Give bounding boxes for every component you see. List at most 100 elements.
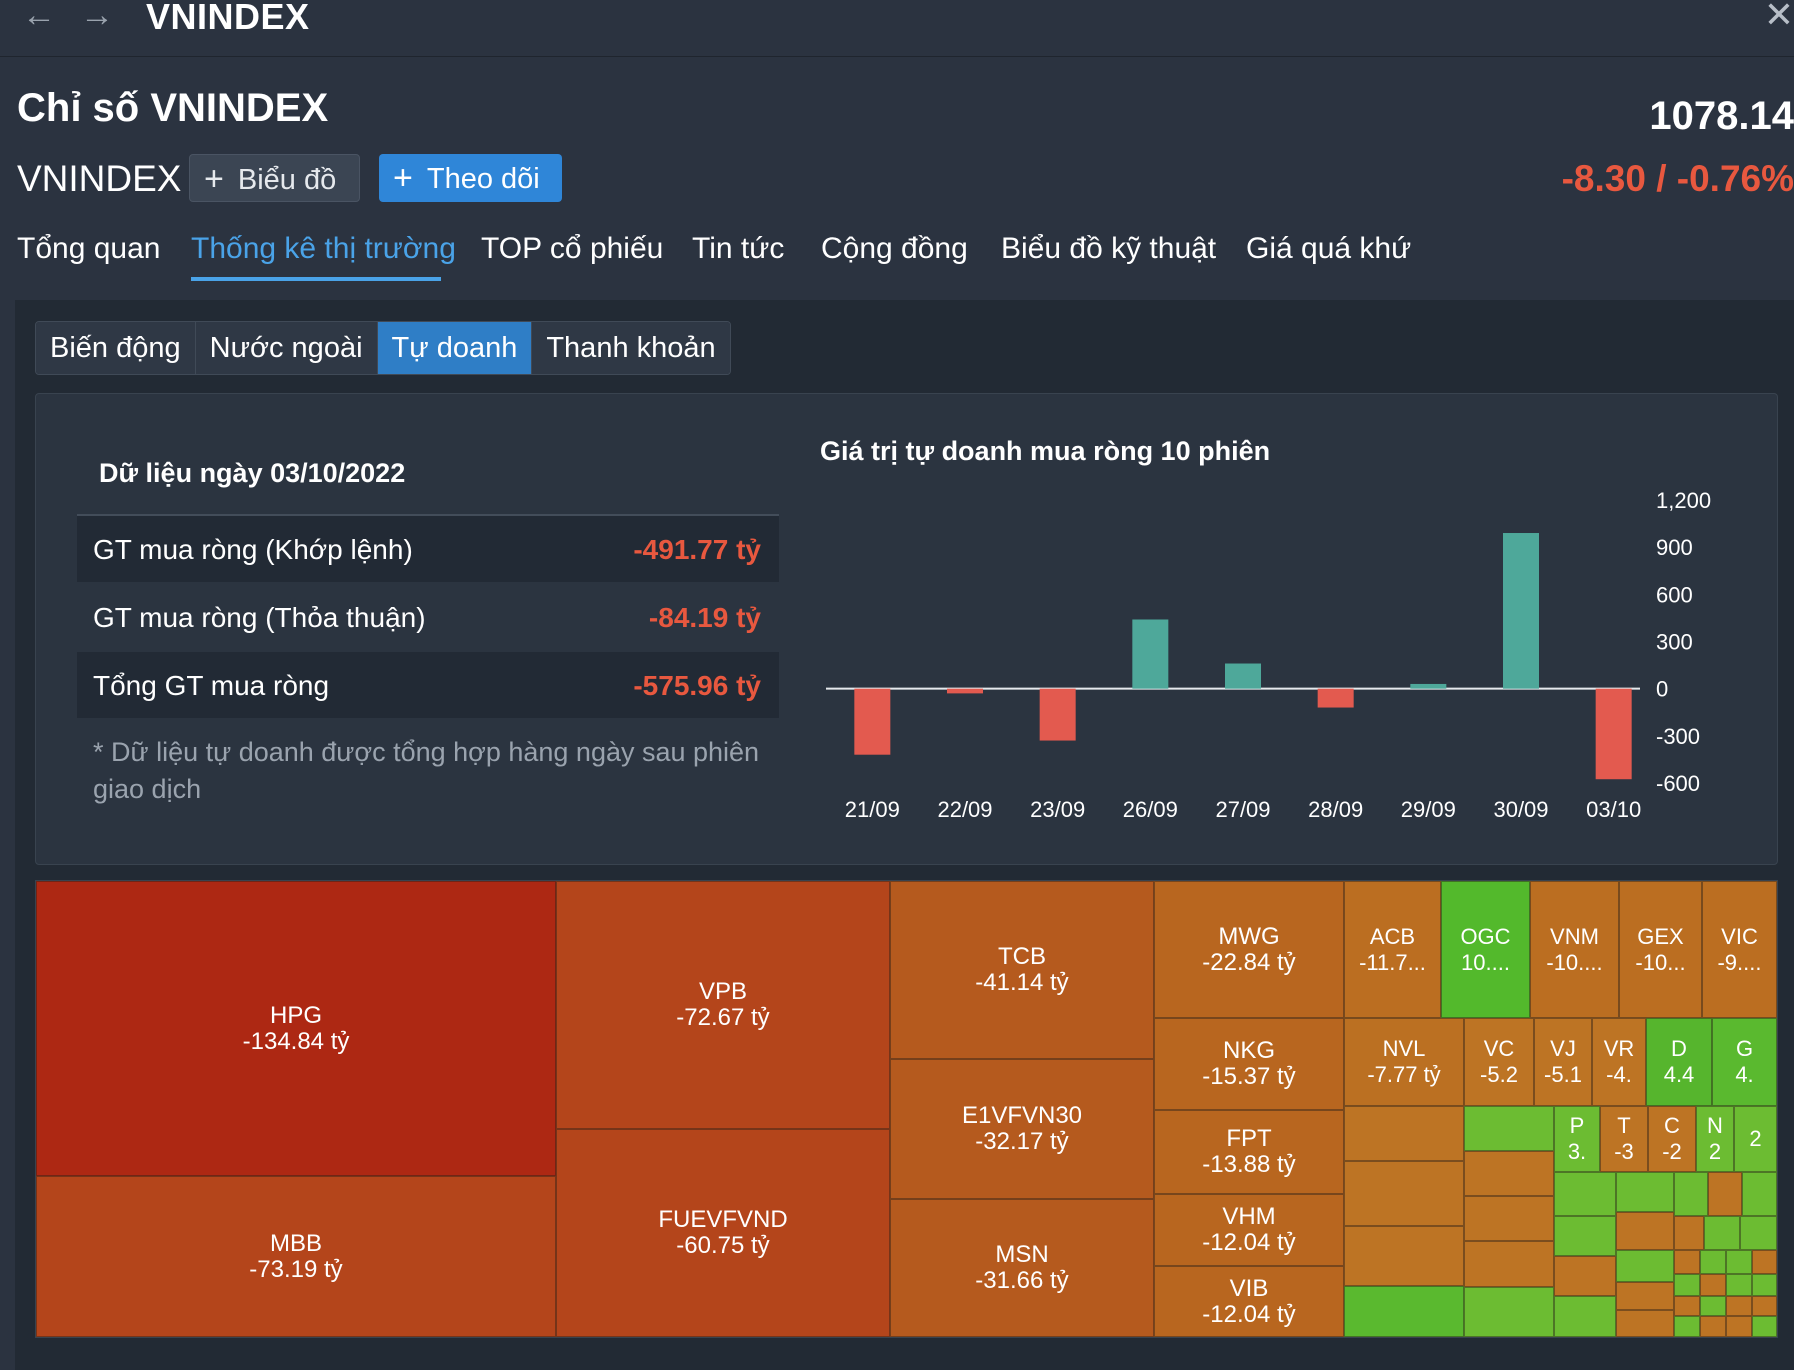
treemap-cell-mwg[interactable]: MWG -22.84 tỷ [1154, 881, 1344, 1018]
treemap-symbol: N [1707, 1113, 1723, 1138]
bar-29/09[interactable] [1410, 683, 1447, 689]
subtab-movement[interactable]: Biến động [36, 322, 196, 374]
treemap-cell-g[interactable]: G 4. [1712, 1018, 1777, 1106]
treemap-cell-vr[interactable]: VR -4. [1592, 1018, 1646, 1106]
treemap-cell-small[interactable] [1726, 1316, 1752, 1337]
bar-27/09[interactable] [1225, 663, 1261, 689]
treemap-cell-p[interactable]: P 3. [1554, 1106, 1600, 1172]
add-chart-button[interactable]: + Biểu đồ [189, 154, 360, 202]
treemap-cell-small[interactable] [1344, 1161, 1464, 1226]
treemap-cell-small[interactable] [1616, 1250, 1674, 1282]
treemap-cell-small[interactable] [1700, 1296, 1726, 1316]
treemap-cell-small[interactable] [1554, 1216, 1616, 1256]
treemap-cell-vic[interactable]: VIC -9.... [1702, 881, 1777, 1018]
treemap-cell-small[interactable] [1464, 1106, 1554, 1151]
tab-technical-chart[interactable]: Biểu đồ kỹ thuật [1001, 232, 1216, 266]
treemap-cell-small[interactable] [1464, 1196, 1554, 1241]
treemap-cell-unnamed[interactable]: 2 [1734, 1106, 1777, 1172]
treemap-cell-small[interactable] [1752, 1274, 1777, 1296]
subtab-foreign[interactable]: Nước ngoài [195, 322, 378, 374]
treemap-cell-d[interactable]: D 4.4 [1646, 1018, 1712, 1106]
tab-community[interactable]: Cộng đồng [821, 232, 968, 266]
treemap-cell-small[interactable] [1344, 1106, 1464, 1161]
treemap-cell-small[interactable] [1704, 1216, 1740, 1250]
treemap-cell-nvl[interactable]: NVL -7.77 tỷ [1344, 1018, 1464, 1106]
treemap-cell-vib[interactable]: VIB -12.04 tỷ [1154, 1266, 1344, 1337]
treemap-cell-vc[interactable]: VC -5.2 [1464, 1018, 1534, 1106]
treemap-cell-nkg[interactable]: NKG -15.37 tỷ [1154, 1018, 1344, 1110]
treemap-cell-small[interactable] [1726, 1274, 1752, 1296]
treemap-cell-small[interactable] [1616, 1212, 1674, 1250]
close-icon[interactable]: ✕ [1764, 0, 1794, 33]
treemap-cell-vnm[interactable]: VNM -10.... [1530, 881, 1619, 1018]
stat-value: -491.77 tỷ [633, 534, 761, 565]
treemap-cell-small[interactable] [1674, 1274, 1700, 1296]
treemap-cell-gex[interactable]: GEX -10... [1619, 881, 1702, 1018]
treemap-cell-small[interactable] [1554, 1172, 1616, 1216]
treemap-cell-acb[interactable]: ACB -11.7... [1344, 881, 1441, 1018]
treemap-symbol: FPT [1226, 1125, 1272, 1152]
subtab-proprietary[interactable]: Tự doanh [377, 322, 533, 374]
bar-23/09[interactable] [1039, 688, 1076, 741]
treemap-cell-vpb[interactable]: VPB -72.67 tỷ [556, 881, 890, 1129]
treemap-cell-small[interactable] [1674, 1316, 1700, 1337]
treemap-cell-small[interactable] [1740, 1216, 1777, 1250]
tab-market-stats[interactable]: Thống kê thị trường [191, 232, 456, 266]
tab-price-history[interactable]: Giá quá khứ [1246, 232, 1411, 266]
treemap-cell-vhm[interactable]: VHM -12.04 tỷ [1154, 1194, 1344, 1266]
tab-news[interactable]: Tin tức [692, 232, 784, 266]
treemap-cell-vj[interactable]: VJ -5.1 [1534, 1018, 1592, 1106]
treemap-cell-small[interactable] [1464, 1241, 1554, 1287]
treemap-cell-c[interactable]: C -2 [1648, 1106, 1696, 1172]
treemap-cell-mbb[interactable]: MBB -73.19 tỷ [36, 1176, 556, 1337]
forward-arrow-icon[interactable]: → [80, 0, 120, 34]
treemap-cell-small[interactable] [1616, 1310, 1674, 1337]
treemap-cell-small[interactable] [1752, 1250, 1777, 1274]
bar-03/10[interactable] [1595, 688, 1632, 780]
treemap-cell-small[interactable] [1616, 1282, 1674, 1310]
treemap-cell-small[interactable] [1752, 1296, 1777, 1316]
treemap-cell-small[interactable] [1344, 1226, 1464, 1286]
bar-21/09[interactable] [854, 688, 891, 755]
back-arrow-icon[interactable]: ← [22, 0, 62, 34]
treemap-cell-e1vfvn30[interactable]: E1VFVN30 -32.17 tỷ [890, 1059, 1154, 1199]
treemap-cell-small[interactable] [1674, 1296, 1700, 1316]
add-chart-label: Biểu đồ [237, 164, 337, 196]
treemap-cell-t[interactable]: T -3 [1600, 1106, 1648, 1172]
footnote: * Dữ liệu tự doanh được tổng hợp hàng ng… [93, 737, 760, 804]
treemap-cell-small[interactable] [1344, 1286, 1464, 1337]
treemap-cell-small[interactable] [1464, 1287, 1554, 1337]
treemap-cell-tcb[interactable]: TCB -41.14 tỷ [890, 881, 1154, 1059]
treemap-cell-small[interactable] [1674, 1250, 1700, 1274]
bar-28/09[interactable] [1317, 688, 1354, 708]
treemap-cell-small[interactable] [1700, 1316, 1726, 1337]
treemap-cell-small[interactable] [1726, 1296, 1752, 1316]
treemap-cell-small[interactable] [1752, 1316, 1777, 1337]
bar-30/09[interactable] [1503, 533, 1539, 689]
treemap-cell-small[interactable] [1742, 1172, 1777, 1216]
treemap-symbol: MBB [269, 1229, 322, 1257]
treemap-cell-msn[interactable]: MSN -31.66 tỷ [890, 1199, 1154, 1337]
bar-26/09[interactable] [1132, 619, 1169, 689]
treemap-cell-small[interactable] [1726, 1250, 1752, 1274]
treemap-cell-hpg[interactable]: HPG -134.84 tỷ [36, 881, 556, 1176]
treemap-cell-small[interactable] [1708, 1172, 1742, 1216]
tab-top-stocks[interactable]: TOP cổ phiếu [481, 232, 663, 266]
bar-22/09[interactable] [947, 688, 983, 694]
treemap-cell-small[interactable] [1700, 1274, 1726, 1296]
treemap-cell-ogc[interactable]: OGC 10.... [1441, 881, 1530, 1018]
treemap-cell-fpt[interactable]: FPT -13.88 tỷ [1154, 1110, 1344, 1194]
treemap-cell-small[interactable] [1700, 1250, 1726, 1274]
treemap-cell-n[interactable]: N2 [1696, 1106, 1734, 1172]
treemap-cell-small[interactable] [1554, 1296, 1616, 1337]
treemap-cell-small[interactable] [1616, 1172, 1674, 1212]
subtab-liquidity[interactable]: Thanh khoản [532, 322, 730, 374]
treemap-cell-small[interactable] [1554, 1256, 1616, 1296]
tab-overview[interactable]: Tổng quan [17, 232, 160, 266]
treemap-cell-small[interactable] [1674, 1172, 1708, 1216]
treemap-cell-small[interactable] [1674, 1216, 1704, 1250]
treemap-cell-small[interactable] [1464, 1151, 1554, 1196]
y-tick-label: -300 [1656, 724, 1700, 749]
treemap-cell-fuevfvnd[interactable]: FUEVFVND -60.75 tỷ [556, 1129, 890, 1337]
follow-button[interactable]: + Theo dõi [379, 154, 562, 202]
